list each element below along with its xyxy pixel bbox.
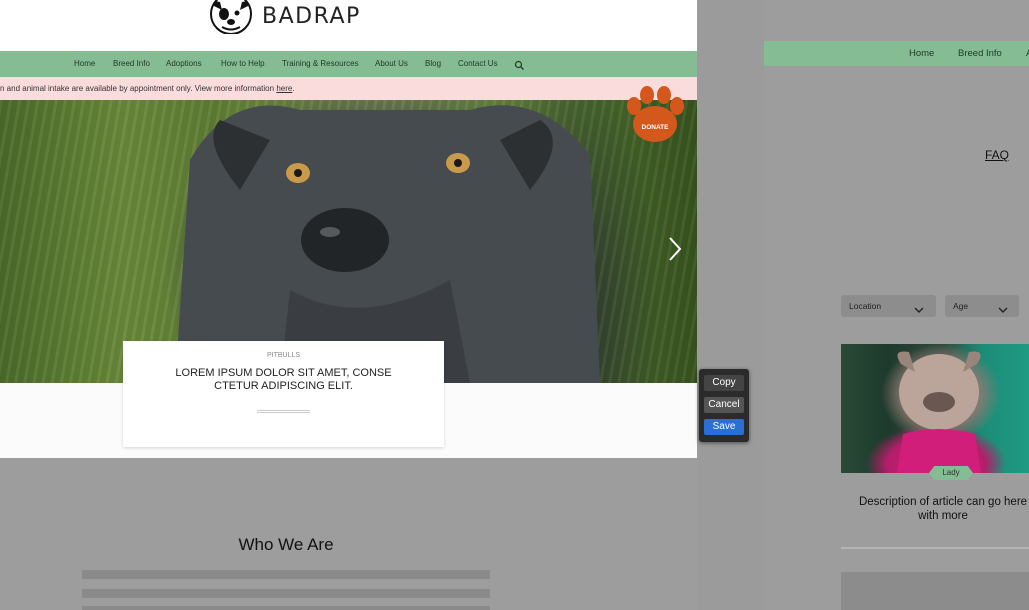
alert-banner: n and animal intake are available by app… bbox=[0, 77, 697, 100]
age-select[interactable]: Age bbox=[945, 295, 1019, 317]
secondary-navigation: Home Breed Info A bbox=[764, 41, 1029, 66]
dog-photo-illustration bbox=[897, 351, 981, 473]
alert-link[interactable]: here bbox=[276, 84, 292, 93]
card-divider bbox=[841, 547, 1029, 549]
save-button[interactable]: Save bbox=[704, 419, 744, 435]
text-placeholder-line bbox=[82, 606, 490, 610]
paw-icon bbox=[627, 86, 684, 142]
alert-message: n and animal intake are available by app… bbox=[0, 84, 277, 93]
nav-contact-us[interactable]: Contact Us bbox=[458, 59, 498, 68]
nav-how-to-help[interactable]: How to Help bbox=[221, 59, 265, 68]
rnav-home[interactable]: Home bbox=[909, 48, 934, 59]
dog-logo-icon bbox=[208, 0, 254, 35]
card-divider bbox=[257, 410, 310, 413]
donate-label: DONATE bbox=[641, 124, 669, 131]
main-navigation: Home Breed Info Adoptions How to Help Tr… bbox=[0, 51, 697, 77]
dog-card-image[interactable] bbox=[841, 344, 1029, 473]
nav-blog[interactable]: Blog bbox=[425, 59, 441, 68]
secondary-panel: Home Breed Info A FAQ Location Age Lady … bbox=[764, 0, 1029, 610]
cancel-button[interactable]: Cancel bbox=[704, 397, 744, 413]
main-site-panel: BADRAP Home Breed Info Adoptions How to … bbox=[0, 0, 697, 610]
text-placeholder-line bbox=[82, 589, 490, 598]
alert-text: n and animal intake are available by app… bbox=[0, 84, 295, 93]
next-card-placeholder bbox=[841, 572, 1029, 610]
alert-suffix: . bbox=[292, 84, 295, 93]
search-icon[interactable] bbox=[514, 58, 525, 70]
rnav-breed-info[interactable]: Breed Info bbox=[958, 48, 1002, 59]
nav-about-us[interactable]: About Us bbox=[375, 59, 408, 68]
brand-name: BADRAP bbox=[262, 4, 361, 29]
dog-description: Description of article can go here with … bbox=[858, 496, 1028, 522]
age-select-label: Age bbox=[953, 301, 969, 311]
location-select[interactable]: Location bbox=[841, 295, 936, 317]
nav-training-resources[interactable]: Training & Resources bbox=[282, 59, 359, 68]
nav-adoptions[interactable]: Adoptions bbox=[166, 59, 202, 68]
featured-post-card[interactable]: PITBULLS LOREM IPSUM DOLOR SIT AMET, CON… bbox=[123, 341, 444, 447]
chevron-down-icon bbox=[914, 301, 924, 313]
text-placeholder-line bbox=[82, 570, 490, 579]
nav-home[interactable]: Home bbox=[74, 59, 95, 68]
section-heading: Who We Are bbox=[238, 535, 334, 554]
dog-name-tag: Lady bbox=[929, 466, 973, 480]
logo[interactable]: BADRAP bbox=[208, 0, 361, 35]
post-title[interactable]: LOREM IPSUM DOLOR SIT AMET, CONSE CTETUR… bbox=[169, 367, 399, 393]
site-header: BADRAP bbox=[0, 0, 697, 51]
chevron-down-icon bbox=[998, 301, 1008, 313]
location-select-label: Location bbox=[849, 301, 882, 311]
copy-button[interactable]: Copy bbox=[704, 375, 744, 391]
donate-button[interactable]: DONATE bbox=[622, 86, 688, 144]
faq-link[interactable]: FAQ bbox=[985, 148, 1009, 162]
carousel-next-icon[interactable] bbox=[664, 234, 684, 264]
post-category: PITBULLS bbox=[266, 352, 301, 359]
edit-popup: Copy Cancel Save bbox=[699, 369, 749, 442]
nav-breed-info[interactable]: Breed Info bbox=[113, 59, 150, 68]
